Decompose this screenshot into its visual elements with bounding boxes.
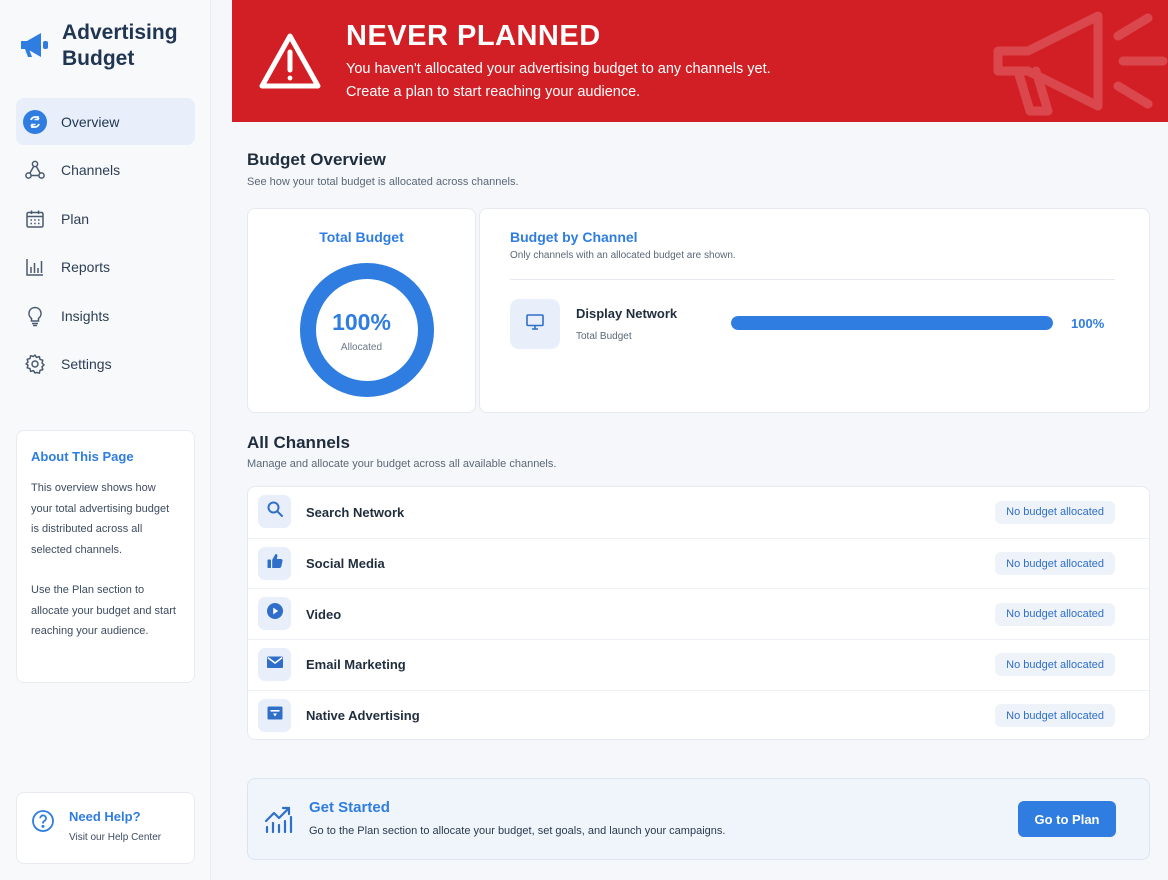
list-item[interactable]: Search Network No budget allocated (248, 487, 1149, 538)
status-badge: No budget allocated (995, 704, 1115, 728)
about-card: About This Page This overview shows how … (16, 430, 195, 683)
sidebar-item-plan[interactable]: Plan (16, 195, 195, 242)
donut-label: Allocated (340, 342, 383, 353)
monitor-icon (525, 312, 545, 337)
sidebar-item-insights[interactable]: Insights (16, 292, 195, 339)
banner-title: NEVER PLANNED (346, 20, 601, 52)
thumbs-up-icon (266, 552, 284, 575)
channels-icon (23, 158, 47, 182)
lightbulb-icon (23, 304, 47, 328)
megaphone-watermark-icon (988, 6, 1168, 122)
overview-subtitle: See how your total budget is allocated a… (247, 176, 519, 188)
gear-icon (23, 352, 47, 376)
alert-banner: NEVER PLANNED You haven't allocated your… (232, 0, 1168, 122)
channels-list: Search Network No budget allocated Socia… (247, 486, 1150, 740)
warning-icon (258, 32, 322, 90)
calendar-icon (23, 207, 47, 231)
sidebar-item-label: Overview (61, 113, 120, 130)
help-subtitle[interactable]: Visit our Help Center (69, 832, 161, 843)
sidebar-item-label: Settings (61, 356, 112, 373)
sidebar-item-reports[interactable]: Reports (16, 244, 195, 291)
sidebar-item-overview[interactable]: Overview (16, 98, 195, 145)
about-paragraph: This overview shows how your total adver… (31, 482, 170, 556)
overview-icon (23, 109, 47, 134)
channel-icon-box (258, 698, 291, 732)
channel-name: Email Marketing (306, 657, 406, 673)
play-icon (266, 602, 284, 625)
banner-message: You haven't allocated your advertising b… (346, 58, 771, 104)
sidebar: Advertising Budget Overview Channels Pla… (0, 0, 211, 880)
channels-subtitle: Manage and allocate your budget across a… (247, 458, 557, 470)
banner-line: Create a plan to start reaching your aud… (346, 84, 641, 100)
status-badge: No budget allocated (995, 653, 1115, 677)
status-badge: No budget allocated (995, 602, 1115, 626)
channel-name: Search Network (306, 504, 405, 520)
status-badge: No budget allocated (995, 500, 1115, 524)
budget-by-channel-subtitle: Only channels with an allocated budget a… (510, 250, 736, 261)
channel-icon-box (258, 648, 291, 682)
channel-name: Video (306, 606, 342, 622)
progress-bar (731, 316, 1053, 330)
overview-title: Budget Overview (247, 150, 386, 169)
banner-line: You haven't allocated your advertising b… (346, 61, 771, 77)
sidebar-item-label: Reports (61, 259, 111, 276)
about-paragraph: Use the Plan section to allocate your bu… (31, 584, 176, 637)
get-started-text: Go to the Plan section to allocate your … (309, 825, 726, 837)
progress-percent: 100% (1071, 316, 1105, 331)
divider (510, 279, 1115, 280)
budget-by-channel-title: Budget by Channel (510, 229, 638, 245)
channel-icon-box (258, 495, 291, 528)
app-title: Advertising Budget (62, 21, 178, 70)
native-ad-icon (266, 704, 284, 727)
status-badge: No budget allocated (995, 552, 1115, 576)
total-budget-title: Total Budget (319, 229, 404, 245)
total-budget-card: Total Budget 100% Allocated (247, 208, 476, 413)
get-started-card: Get Started Go to the Plan section to al… (247, 778, 1150, 860)
channel-name: Display Network (576, 306, 678, 321)
help-title[interactable]: Need Help? (69, 809, 161, 824)
channel-name: Native Advertising (306, 708, 420, 724)
about-title: About This Page (31, 449, 134, 464)
go-to-plan-button[interactable]: Go to Plan (1018, 801, 1116, 837)
envelope-icon (266, 653, 284, 676)
sidebar-item-label: Insights (61, 307, 110, 324)
channel-name: Social Media (306, 556, 385, 572)
list-item[interactable]: Native Advertising No budget allocated (248, 689, 1149, 741)
sidebar-item-label: Channels (61, 162, 121, 179)
donut-percent: 100% (332, 309, 391, 335)
help-icon (31, 809, 55, 838)
brand: Advertising Budget (18, 20, 192, 72)
sidebar-nav: Overview Channels Plan Reports Insights … (16, 98, 195, 390)
budget-by-channel-card: Budget by Channel Only channels with an … (479, 208, 1150, 413)
progress-bar-fill (731, 316, 1053, 330)
list-item[interactable]: Video No budget allocated (248, 588, 1149, 639)
list-item[interactable]: Social Media No budget allocated (248, 537, 1149, 589)
sidebar-item-settings[interactable]: Settings (16, 341, 195, 388)
bar-chart-icon (23, 255, 47, 279)
sidebar-item-channels[interactable]: Channels (16, 147, 195, 194)
channel-icon-box (258, 597, 291, 631)
trending-up-icon (263, 803, 295, 835)
channel-icon-box (258, 546, 291, 580)
help-card[interactable]: Need Help? Visit our Help Center (16, 792, 195, 864)
get-started-title: Get Started (309, 799, 390, 816)
search-icon (266, 500, 284, 523)
channel-sub: Total Budget (576, 331, 632, 342)
display-network-icon-box (510, 299, 560, 349)
megaphone-icon (18, 28, 52, 62)
about-text: This overview shows how your total adver… (31, 478, 180, 642)
channels-title: All Channels (247, 433, 350, 452)
list-item[interactable]: Email Marketing No budget allocated (248, 639, 1149, 690)
sidebar-item-label: Plan (61, 210, 90, 227)
